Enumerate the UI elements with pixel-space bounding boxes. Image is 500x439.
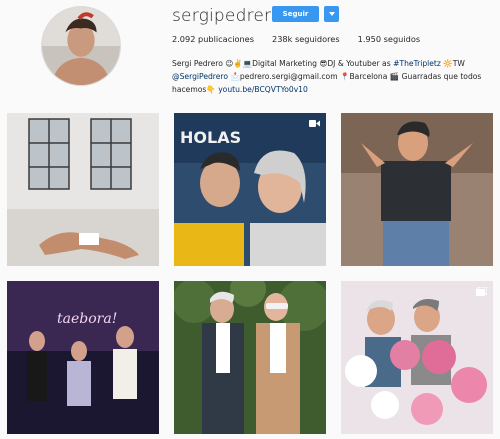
posts-count: 2.092 publicaciones — [172, 34, 254, 44]
sign-text: HOLAS — [180, 128, 241, 147]
post-5[interactable] — [174, 281, 326, 434]
follow-button[interactable]: Seguir — [272, 6, 319, 22]
profile-bio: Sergi Pedrero 😉✌️💻Digital Marketing 😎DJ … — [172, 57, 494, 96]
bio-text: 😉✌️💻Digital Marketing 😎DJ & Youtuber as — [222, 59, 394, 68]
bio-text: hacemos👇 — [172, 85, 219, 94]
multiple-photos-icon — [476, 287, 487, 296]
post-image: taebora! — [7, 281, 159, 434]
post-image — [341, 281, 493, 434]
avatar[interactable] — [41, 6, 121, 86]
post-image — [341, 113, 493, 266]
post-2[interactable]: HOLAS — [174, 113, 326, 266]
post-1[interactable] — [7, 113, 159, 266]
profile-stats: 2.092 publicaciones 238k seguidores 1.95… — [172, 34, 438, 44]
neon-sign-text: taebora! — [57, 311, 117, 327]
profile-username: sergipedrero — [172, 6, 282, 26]
hashtag-link[interactable]: #TheTripletz — [393, 59, 441, 68]
suggestions-dropdown-button[interactable] — [324, 6, 339, 22]
chevron-down-icon — [328, 12, 335, 16]
avatar-image — [42, 7, 120, 85]
followers-count[interactable]: 238k seguidores — [272, 34, 340, 44]
bio-text: 📩pedrero.sergi@gmail.com 📍Barcelona 🎬 Gu… — [228, 72, 482, 81]
post-image — [174, 281, 326, 434]
post-6[interactable] — [341, 281, 493, 434]
external-link[interactable]: youtu.be/BCQVTYo0v10 — [218, 85, 308, 94]
profile-full-name: Sergi Pedrero — [172, 59, 223, 68]
bio-text: 🔆TW — [440, 59, 465, 68]
video-icon — [309, 119, 320, 128]
post-3[interactable] — [341, 113, 493, 266]
following-count[interactable]: 1.950 seguidos — [358, 34, 420, 44]
post-4[interactable]: taebora! — [7, 281, 159, 434]
post-image: HOLAS — [174, 113, 326, 266]
mention-link[interactable]: @SergiPedrero — [172, 72, 228, 81]
post-image — [7, 113, 159, 266]
